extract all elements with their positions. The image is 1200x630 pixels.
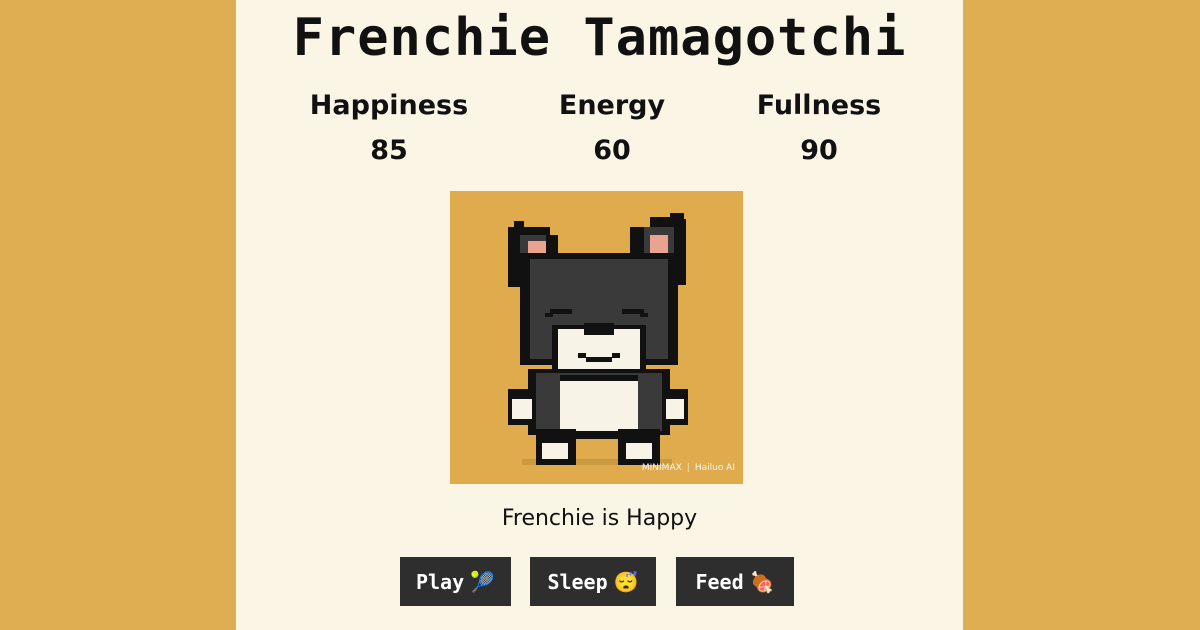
play-button-label: Play — [415, 569, 465, 594]
sleep-button-label: Sleep — [547, 569, 608, 594]
sleeping-face-icon: 😴 — [613, 569, 639, 594]
frenchie-pixel-art — [508, 213, 688, 465]
play-button[interactable]: Play 🎾 — [400, 557, 511, 606]
watermark-separator: | — [686, 463, 690, 473]
stat-happiness-label: Happiness — [309, 90, 469, 121]
stat-energy: Energy 60 — [502, 90, 722, 166]
watermark-minimax: MINIMAX — [641, 463, 682, 473]
tennis-ball-icon: 🎾 — [470, 569, 496, 594]
feed-button-label: Feed — [695, 569, 744, 594]
stat-energy-label: Energy — [558, 90, 666, 121]
stat-happiness: Happiness 85 — [279, 90, 499, 166]
stat-energy-value: 60 — [593, 135, 631, 166]
pet-status-text: Frenchie is Happy — [501, 506, 698, 531]
feed-button[interactable]: Feed 🍖 — [676, 557, 794, 606]
page-title: Frenchie Tamagotchi — [292, 8, 907, 68]
image-watermark: MINIMAX | Hailuo AI — [642, 463, 735, 473]
sleep-button[interactable]: Sleep 😴 — [530, 557, 656, 606]
stat-happiness-value: 85 — [370, 135, 408, 166]
meat-bone-icon: 🍖 — [749, 569, 775, 594]
stat-fullness-label: Fullness — [756, 90, 882, 121]
pet-image: MINIMAX | Hailuo AI — [450, 191, 743, 484]
game-panel: Frenchie Tamagotchi Happiness 85 Energy … — [236, 0, 963, 630]
stat-fullness: Fullness 90 — [709, 90, 929, 166]
stat-fullness-value: 90 — [800, 135, 838, 166]
watermark-hailuo: Hailuo AI — [694, 463, 735, 473]
